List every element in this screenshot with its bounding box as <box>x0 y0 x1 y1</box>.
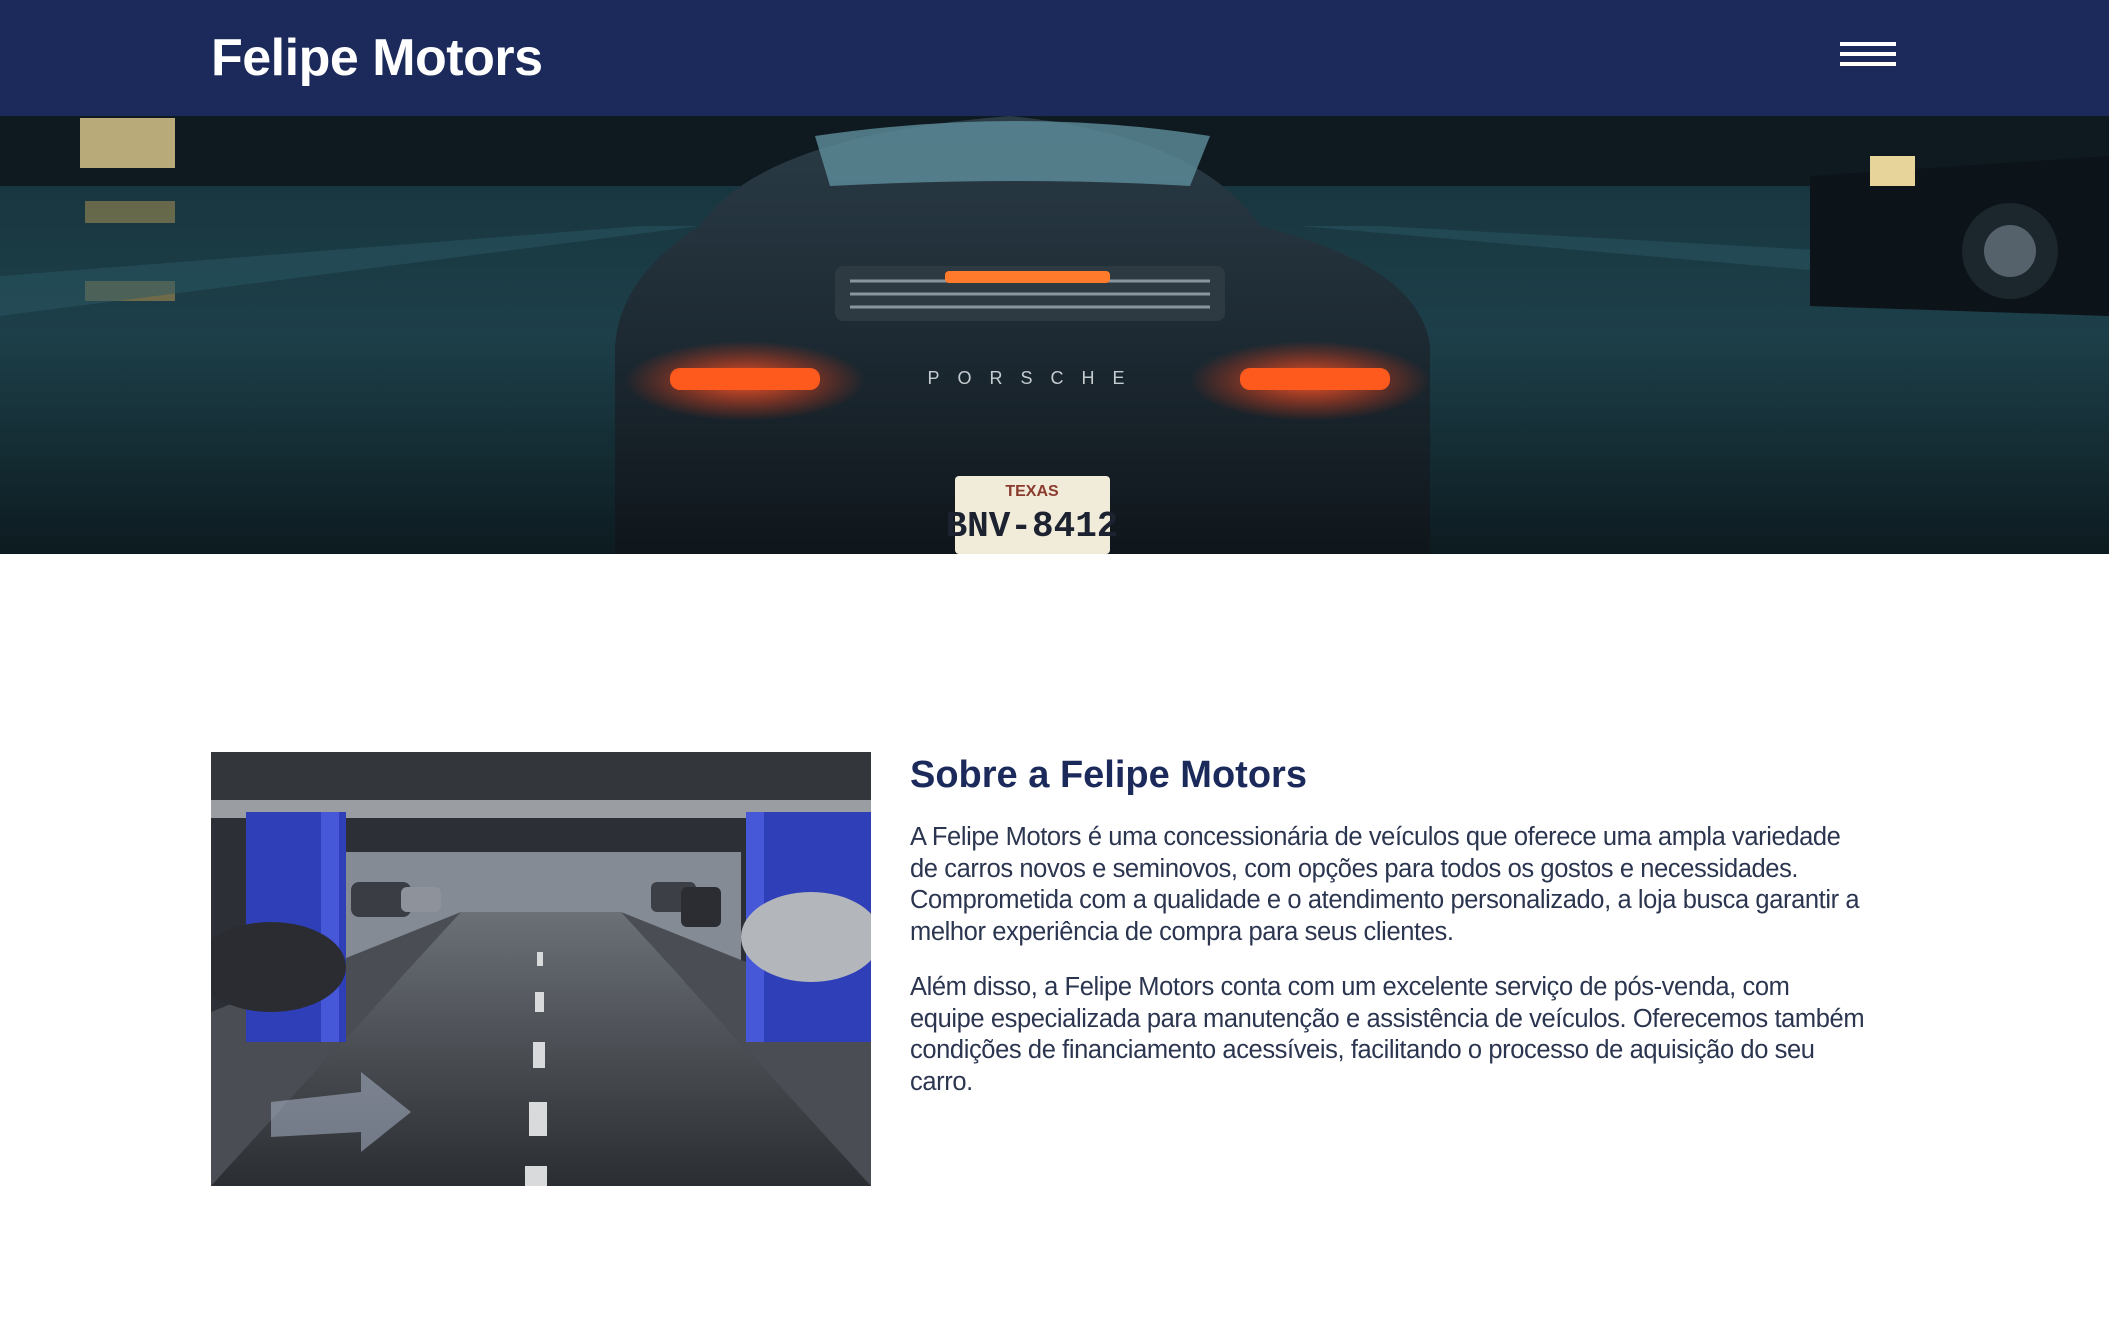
about-paragraph: A Felipe Motors é uma concessionária de … <box>910 823 1860 946</box>
brand-logo[interactable]: Felipe Motors <box>211 28 543 88</box>
menu-bar <box>1840 52 1896 56</box>
car-badge: PORSCHE <box>927 368 1142 388</box>
about-garage-image <box>211 752 871 1186</box>
menu-bar <box>1840 62 1896 66</box>
hero-car-image: PORSCHE TEXAS BNV-8412 <box>0 116 2109 554</box>
page: Felipe Motors PORSCHE TEXAS BNV-8412 Sob… <box>0 0 2109 1317</box>
plate-state: TEXAS <box>1005 483 1059 500</box>
about-paragraph: Além disso, a Felipe Motors conta com um… <box>910 973 1865 1096</box>
site-header: Felipe Motors <box>0 0 2109 116</box>
menu-bar <box>1840 42 1896 46</box>
about-title: Sobre a Felipe Motors <box>910 754 1307 796</box>
hamburger-menu-icon[interactable] <box>1840 38 1896 70</box>
plate-number: BNV-8412 <box>946 506 1119 547</box>
hero-banner: PORSCHE TEXAS BNV-8412 <box>0 116 2109 554</box>
